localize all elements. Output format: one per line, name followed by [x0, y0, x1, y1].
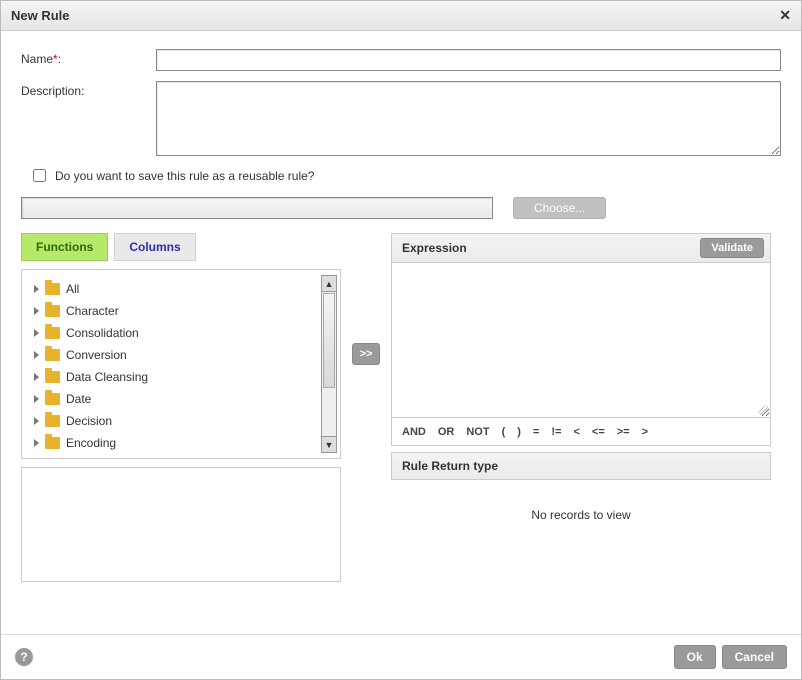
- cancel-button[interactable]: Cancel: [722, 645, 787, 669]
- chevron-right-icon: [34, 417, 39, 425]
- expression-header: Expression Validate: [391, 233, 771, 263]
- return-type-header: Rule Return type: [391, 452, 771, 480]
- functions-tree: All Character Consolidation: [21, 269, 341, 459]
- main-split: Functions Columns All Character: [21, 233, 781, 582]
- tabs: Functions Columns: [21, 233, 341, 261]
- tree-item[interactable]: Decision: [26, 410, 336, 432]
- tree-item-label: Date: [66, 392, 91, 406]
- folder-icon: [45, 371, 60, 383]
- operator-and[interactable]: AND: [402, 426, 426, 438]
- tree-item[interactable]: Encoding: [26, 432, 336, 454]
- tree-item-label: Character: [66, 304, 119, 318]
- reusable-checkbox[interactable]: [33, 169, 46, 182]
- reusable-row: Do you want to save this rule as a reusa…: [29, 166, 781, 185]
- operator-gt[interactable]: >: [642, 426, 648, 438]
- folder-icon: [45, 415, 60, 427]
- dialog-footer: ? Ok Cancel: [1, 634, 801, 679]
- chevron-right-icon: [34, 307, 39, 315]
- operator-lte[interactable]: <=: [592, 426, 605, 438]
- scroll-thumb[interactable]: [323, 293, 335, 388]
- description-textarea[interactable]: [156, 81, 781, 156]
- name-colon: :: [58, 52, 61, 66]
- folder-icon: [45, 305, 60, 317]
- return-type-title: Rule Return type: [402, 459, 498, 473]
- ok-button[interactable]: Ok: [674, 645, 716, 669]
- chevron-right-icon: [34, 373, 39, 381]
- scroll-up-icon[interactable]: ▲: [322, 276, 336, 292]
- no-records-message: No records to view: [391, 480, 771, 550]
- choose-button[interactable]: Choose...: [513, 197, 606, 219]
- dialog-body: Name*: Description: Do you want to save …: [1, 31, 801, 634]
- chevron-right-icon: [34, 329, 39, 337]
- details-panel: [21, 467, 341, 582]
- folder-icon: [45, 349, 60, 361]
- chevron-right-icon: [34, 351, 39, 359]
- tree-item[interactable]: All: [26, 278, 336, 300]
- chevron-right-icon: [34, 285, 39, 293]
- name-label: Name*:: [21, 49, 156, 66]
- operator-lparen[interactable]: (: [502, 426, 506, 438]
- choose-field[interactable]: [21, 197, 493, 219]
- tree-scrollbar[interactable]: ▲ ▼: [321, 275, 337, 453]
- tree-item[interactable]: Character: [26, 300, 336, 322]
- folder-icon: [45, 437, 60, 449]
- scroll-down-icon[interactable]: ▼: [322, 436, 336, 452]
- tree-item[interactable]: Consolidation: [26, 322, 336, 344]
- tree-item[interactable]: Conversion: [26, 344, 336, 366]
- tree-item-label: Data Cleansing: [66, 370, 148, 384]
- operator-lt[interactable]: <: [573, 426, 579, 438]
- reusable-label: Do you want to save this rule as a reusa…: [55, 169, 314, 183]
- operator-neq[interactable]: !=: [551, 426, 561, 438]
- operator-rparen[interactable]: ): [517, 426, 521, 438]
- dialog-title: New Rule: [11, 8, 70, 23]
- transfer-button[interactable]: >>: [352, 343, 380, 365]
- middle-column: >>: [351, 233, 381, 365]
- tree-item-label: Conversion: [66, 348, 127, 362]
- tree-item[interactable]: Date: [26, 388, 336, 410]
- chevron-right-icon: [34, 439, 39, 447]
- left-column: Functions Columns All Character: [21, 233, 341, 582]
- tree-item[interactable]: Data Cleansing: [26, 366, 336, 388]
- footer-buttons: Ok Cancel: [674, 645, 787, 669]
- dialog-titlebar: New Rule ✕: [1, 1, 801, 31]
- chevron-right-icon: [34, 395, 39, 403]
- operator-eq[interactable]: =: [533, 426, 539, 438]
- tree-item-label: Encoding: [66, 436, 116, 450]
- name-row: Name*:: [21, 49, 781, 71]
- folder-icon: [45, 327, 60, 339]
- operator-gte[interactable]: >=: [617, 426, 630, 438]
- operator-not[interactable]: NOT: [466, 426, 489, 438]
- resize-grip-icon[interactable]: [758, 405, 768, 415]
- help-icon[interactable]: ?: [15, 648, 33, 666]
- tree-item-label: Consolidation: [66, 326, 139, 340]
- expression-title: Expression: [402, 241, 467, 255]
- folder-icon: [45, 283, 60, 295]
- name-input[interactable]: [156, 49, 781, 71]
- name-label-text: Name: [21, 52, 53, 66]
- operator-or[interactable]: OR: [438, 426, 455, 438]
- folder-icon: [45, 393, 60, 405]
- right-column: Expression Validate AND OR NOT ( ) = != …: [391, 233, 771, 550]
- new-rule-dialog: New Rule ✕ Name*: Description: Do you wa…: [0, 0, 802, 680]
- operator-bar: AND OR NOT ( ) = != < <= >= >: [391, 418, 771, 446]
- tab-functions[interactable]: Functions: [21, 233, 108, 261]
- tree-item-label: All: [66, 282, 79, 296]
- validate-button[interactable]: Validate: [700, 238, 764, 258]
- choose-row: Choose...: [21, 197, 781, 219]
- tab-columns[interactable]: Columns: [114, 233, 195, 261]
- close-icon[interactable]: ✕: [779, 7, 791, 24]
- description-label: Description:: [21, 81, 156, 98]
- description-row: Description:: [21, 81, 781, 156]
- expression-textarea[interactable]: [391, 263, 771, 418]
- tree-item-label: Decision: [66, 414, 112, 428]
